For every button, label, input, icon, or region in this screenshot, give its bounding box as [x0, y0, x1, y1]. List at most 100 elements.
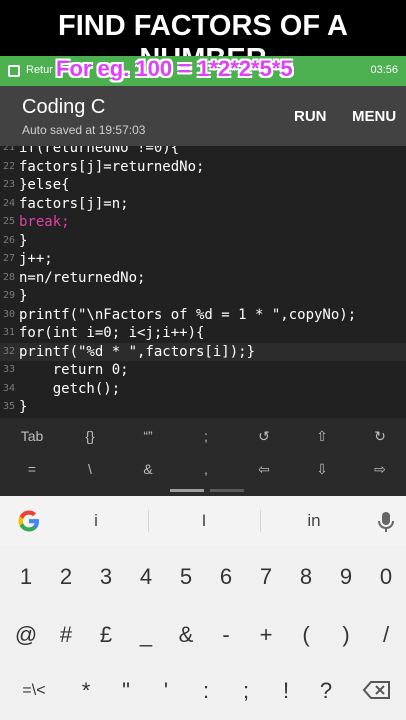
line-number: 25: [3, 216, 16, 227]
code-line[interactable]: 34 getch();: [0, 380, 406, 399]
key-1[interactable]: 1: [6, 564, 46, 590]
line-number: 26: [3, 234, 16, 246]
code-line[interactable]: 31 for(int i=0; i<j;i++){: [0, 324, 406, 343]
key-single-quote[interactable]: ': [146, 678, 186, 704]
arrow-right-icon[interactable]: ⇨: [351, 461, 406, 478]
code-text: j++;: [19, 251, 53, 267]
key-at[interactable]: @: [6, 622, 46, 648]
menu-button[interactable]: MENU: [352, 108, 396, 125]
line-number: 30: [3, 308, 16, 320]
key-minus[interactable]: -: [206, 622, 246, 648]
key-6[interactable]: 6: [206, 564, 246, 590]
app-title: Coding C: [22, 96, 106, 118]
code-line[interactable]: 22 factors[j]=returnedNo;: [0, 158, 406, 177]
code-line[interactable]: 24 factors[j]=n;: [0, 195, 406, 214]
microphone-icon[interactable]: [376, 510, 396, 534]
line-number: 35: [3, 401, 16, 412]
suggestion-divider: [260, 510, 261, 532]
key-7[interactable]: 7: [246, 564, 286, 590]
line-number: 31: [3, 327, 16, 338]
symbol-toolbar: Tab {} “” ; ↺ ⇧ ↻ = \ & , ⇦ ⇩ ⇨: [0, 418, 406, 496]
code-line[interactable]: 21 if(returnedNo !=0){: [0, 146, 406, 158]
key-2[interactable]: 2: [46, 564, 86, 590]
line-number: 34: [3, 382, 16, 394]
backspace-icon[interactable]: [362, 680, 392, 700]
code-text: }else{: [19, 177, 70, 193]
suggestion-divider: [148, 510, 149, 532]
suggestion-1[interactable]: i: [56, 511, 136, 531]
suggestion-3[interactable]: in: [274, 511, 354, 531]
quotes-key[interactable]: “”: [119, 428, 177, 444]
key-slash[interactable]: /: [366, 622, 406, 648]
status-bar: Retur For eg. 100 = 1*2*2*5*5 03:56: [0, 56, 406, 86]
key-question[interactable]: ?: [306, 678, 346, 704]
key-underscore[interactable]: _: [126, 622, 166, 648]
arrow-up-icon[interactable]: ⇧: [293, 428, 351, 445]
key-4[interactable]: 4: [126, 564, 166, 590]
code-text: if(returnedNo !=0){: [19, 146, 180, 156]
video-banner: FIND FACTORS OF A NUMBER: [0, 0, 406, 75]
key-asterisk[interactable]: *: [66, 678, 106, 704]
undo-icon[interactable]: ↺: [235, 428, 293, 445]
redo-icon[interactable]: ↻: [351, 428, 406, 445]
key-plus[interactable]: +: [246, 622, 286, 648]
code-line[interactable]: 30 printf("\nFactors of %d = 1 * ",copyNo…: [0, 306, 406, 325]
key-semicolon[interactable]: ;: [226, 678, 266, 704]
key-double-quote[interactable]: ": [106, 678, 146, 704]
status-app-label: Retur: [26, 64, 53, 76]
line-number: 28: [3, 271, 16, 283]
code-editor[interactable]: 21 if(returnedNo !=0){ 22 factors[j]=retur…: [0, 146, 406, 418]
code-text: }: [19, 399, 28, 415]
key-5[interactable]: 5: [166, 564, 206, 590]
key-open-paren[interactable]: (: [286, 622, 326, 648]
line-number: 24: [3, 197, 16, 209]
code-line[interactable]: 33 return 0;: [0, 361, 406, 380]
return-icon: [8, 65, 20, 77]
code-text: factors[j]=returnedNo;: [19, 158, 205, 175]
key-hash[interactable]: #: [46, 622, 86, 648]
code-line[interactable]: 23}else{: [0, 176, 406, 195]
toolbar-page-indicator-active: [170, 489, 204, 492]
suggestion-2[interactable]: I: [164, 511, 244, 531]
semicolon-key[interactable]: ;: [177, 428, 235, 444]
key-pound[interactable]: £: [86, 622, 126, 648]
equals-key[interactable]: =: [3, 461, 61, 477]
tab-key[interactable]: Tab: [3, 428, 61, 444]
line-number: 33: [3, 364, 16, 375]
code-line[interactable]: 27 j++;: [0, 250, 406, 269]
code-line[interactable]: 35}: [0, 398, 406, 417]
arrow-down-icon[interactable]: ⇩: [293, 461, 351, 478]
key-symbols-toggle[interactable]: =\<: [14, 682, 54, 700]
key-9[interactable]: 9: [326, 564, 366, 590]
braces-key[interactable]: {}: [61, 428, 119, 444]
key-ampersand[interactable]: &: [166, 622, 206, 648]
key-3[interactable]: 3: [86, 564, 126, 590]
key-exclamation[interactable]: !: [266, 678, 306, 704]
google-g-icon[interactable]: [16, 508, 42, 534]
ampersand-key[interactable]: &: [119, 461, 177, 477]
key-close-paren[interactable]: ): [326, 622, 366, 648]
code-text: printf("%d * ",factors[i]);}: [19, 343, 256, 360]
code-line[interactable]: 28 n=n/returnedNo;: [0, 269, 406, 288]
suggestion-strip: i I in: [0, 496, 406, 546]
code-text: for(int i=0; i<j;i++){: [19, 325, 205, 341]
arrow-left-icon[interactable]: ⇦: [235, 461, 293, 478]
code-line-current[interactable]: 32 printf("%d * ",factors[i]);}: [0, 342, 406, 361]
code-line[interactable]: 25 break;: [0, 213, 406, 232]
key-0[interactable]: 0: [366, 564, 406, 590]
key-colon[interactable]: :: [186, 678, 226, 704]
comma-key[interactable]: ,: [177, 461, 235, 477]
code-text: n=n/returnedNo;: [19, 269, 146, 286]
key-8[interactable]: 8: [286, 564, 326, 590]
code-text: break;: [19, 214, 70, 230]
run-button[interactable]: RUN: [294, 108, 327, 125]
line-number: 32: [3, 345, 16, 357]
code-text: getch();: [19, 380, 121, 397]
code-line[interactable]: 29}: [0, 287, 406, 306]
code-text: }: [19, 232, 28, 249]
line-number: 29: [3, 290, 16, 301]
backslash-key[interactable]: \: [61, 461, 119, 477]
code-line[interactable]: 26}: [0, 232, 406, 251]
autosave-status: Auto saved at 19:57:03: [22, 123, 146, 137]
line-number: 23: [3, 179, 16, 190]
